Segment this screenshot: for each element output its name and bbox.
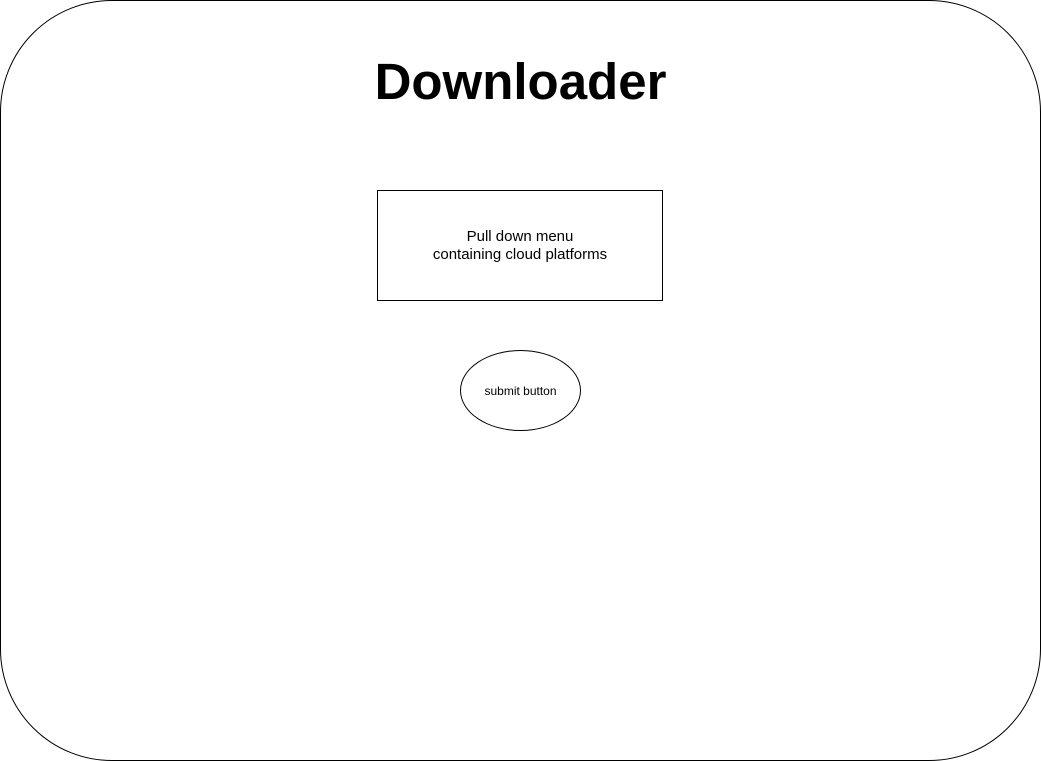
dropdown-label-line-1: Pull down menu	[466, 227, 574, 245]
cloud-platform-dropdown[interactable]: Pull down menu containing cloud platform…	[377, 190, 663, 301]
submit-button[interactable]: submit button	[460, 350, 581, 431]
submit-button-label: submit button	[484, 383, 557, 398]
page-title: Downloader	[374, 53, 667, 110]
dropdown-label-line-2: containing cloud platforms	[432, 245, 608, 263]
